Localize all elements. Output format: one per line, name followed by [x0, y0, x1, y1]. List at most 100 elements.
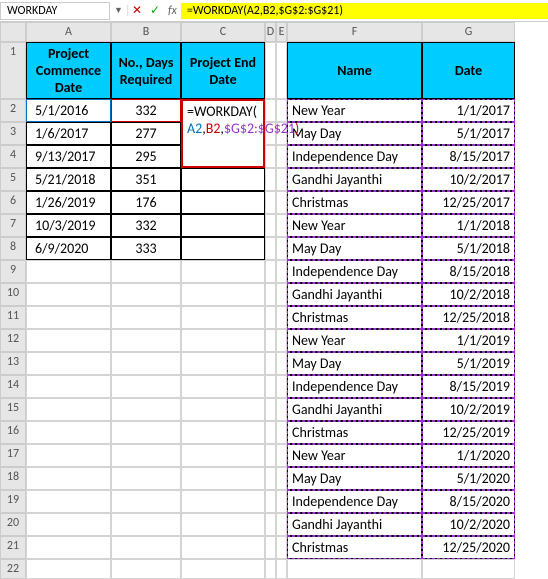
row-header[interactable]: 2 [0, 99, 26, 122]
cell-b2[interactable]: 332 [111, 99, 181, 122]
cell[interactable] [181, 559, 265, 579]
cell-c[interactable] [181, 237, 265, 260]
cell[interactable] [276, 375, 287, 398]
col-header[interactable]: C [181, 22, 265, 42]
cell[interactable] [276, 444, 287, 467]
cell[interactable] [111, 421, 181, 444]
cell[interactable] [111, 375, 181, 398]
cell-f[interactable]: May Day [287, 352, 422, 375]
cell[interactable] [181, 306, 265, 329]
cell[interactable] [276, 283, 287, 306]
cell[interactable] [26, 375, 111, 398]
cell-g[interactable]: 8/15/2018 [422, 260, 515, 283]
cell[interactable] [276, 260, 287, 283]
cell-g[interactable]: 10/2/2018 [422, 283, 515, 306]
row-header[interactable]: 7 [0, 214, 26, 237]
cell[interactable] [265, 467, 276, 490]
col-header[interactable]: D [265, 22, 276, 42]
cell[interactable] [111, 513, 181, 536]
select-all-corner[interactable] [0, 22, 26, 42]
cell-a[interactable]: 1/26/2019 [26, 191, 111, 214]
cell[interactable] [265, 352, 276, 375]
cell[interactable] [111, 467, 181, 490]
row-header[interactable]: 20 [0, 513, 26, 536]
row-header[interactable]: 12 [0, 329, 26, 352]
cell[interactable] [265, 536, 276, 559]
cell-f[interactable]: May Day [287, 122, 422, 145]
cell[interactable] [111, 536, 181, 559]
cell[interactable] [265, 283, 276, 306]
cell[interactable] [276, 99, 287, 122]
cell[interactable] [181, 490, 265, 513]
cell[interactable] [276, 421, 287, 444]
cell[interactable] [181, 375, 265, 398]
col-header[interactable]: E [276, 22, 287, 42]
row-header[interactable]: 17 [0, 444, 26, 467]
cell[interactable] [26, 329, 111, 352]
col-header[interactable]: F [287, 22, 422, 42]
cell[interactable] [111, 559, 181, 579]
cell-b[interactable]: 176 [111, 191, 181, 214]
cell[interactable] [181, 283, 265, 306]
cell[interactable] [181, 329, 265, 352]
cell[interactable] [276, 306, 287, 329]
cell[interactable] [265, 329, 276, 352]
cell[interactable] [422, 559, 515, 579]
cell[interactable] [276, 191, 287, 214]
cell[interactable] [26, 490, 111, 513]
cell[interactable] [111, 260, 181, 283]
cell[interactable] [111, 352, 181, 375]
cell[interactable] [26, 306, 111, 329]
cell-g[interactable]: 1/1/2018 [422, 214, 515, 237]
cell[interactable] [265, 260, 276, 283]
cell-f[interactable]: May Day [287, 467, 422, 490]
cell-f[interactable]: Gandhi Jayanthi [287, 513, 422, 536]
row-header[interactable]: 19 [0, 490, 26, 513]
header-date[interactable]: Date [422, 42, 515, 99]
cell[interactable] [265, 444, 276, 467]
cell[interactable] [276, 329, 287, 352]
row-header[interactable]: 15 [0, 398, 26, 421]
cell[interactable] [265, 559, 276, 579]
cell-g[interactable]: 8/15/2017 [422, 145, 515, 168]
fx-icon[interactable]: fx [164, 4, 181, 18]
cell[interactable] [276, 467, 287, 490]
cell-g[interactable]: 8/15/2020 [422, 490, 515, 513]
cell[interactable] [265, 513, 276, 536]
cell-f[interactable]: Christmas [287, 536, 422, 559]
row-header[interactable]: 6 [0, 191, 26, 214]
row-header[interactable]: 1 [0, 42, 26, 99]
row-header[interactable]: 4 [0, 145, 26, 168]
cell[interactable] [276, 513, 287, 536]
cell-b[interactable]: 333 [111, 237, 181, 260]
cell-g[interactable]: 12/25/2017 [422, 191, 515, 214]
cell[interactable] [26, 444, 111, 467]
cell-c[interactable] [181, 214, 265, 237]
cell[interactable] [265, 237, 276, 260]
enter-icon[interactable]: ✓ [146, 3, 164, 18]
cell[interactable] [26, 421, 111, 444]
cell[interactable] [181, 513, 265, 536]
row-header[interactable]: 10 [0, 283, 26, 306]
name-box[interactable]: WORKDAY [0, 2, 110, 20]
cell[interactable] [276, 398, 287, 421]
cell-f[interactable]: Gandhi Jayanthi [287, 168, 422, 191]
header-end-date[interactable]: Project End Date [181, 42, 265, 99]
cell-a2[interactable]: 5/1/2016 [26, 99, 111, 122]
cell[interactable] [111, 306, 181, 329]
cell[interactable] [265, 191, 276, 214]
cell[interactable] [276, 490, 287, 513]
cell-g[interactable]: 12/25/2018 [422, 306, 515, 329]
cell-f[interactable]: May Day [287, 237, 422, 260]
cell[interactable] [26, 467, 111, 490]
cell[interactable] [276, 352, 287, 375]
header-days-required[interactable]: No., Days Required [111, 42, 181, 99]
cell-g[interactable]: 10/2/2017 [422, 168, 515, 191]
formula-input[interactable]: =WORKDAY(A2,B2,$G$2:$G$21) [181, 3, 548, 19]
row-header[interactable]: 3 [0, 122, 26, 145]
row-header[interactable]: 8 [0, 237, 26, 260]
cell-f[interactable]: Independence Day [287, 375, 422, 398]
cell-b[interactable]: 277 [111, 122, 181, 145]
cell[interactable] [181, 421, 265, 444]
cell[interactable] [276, 214, 287, 237]
